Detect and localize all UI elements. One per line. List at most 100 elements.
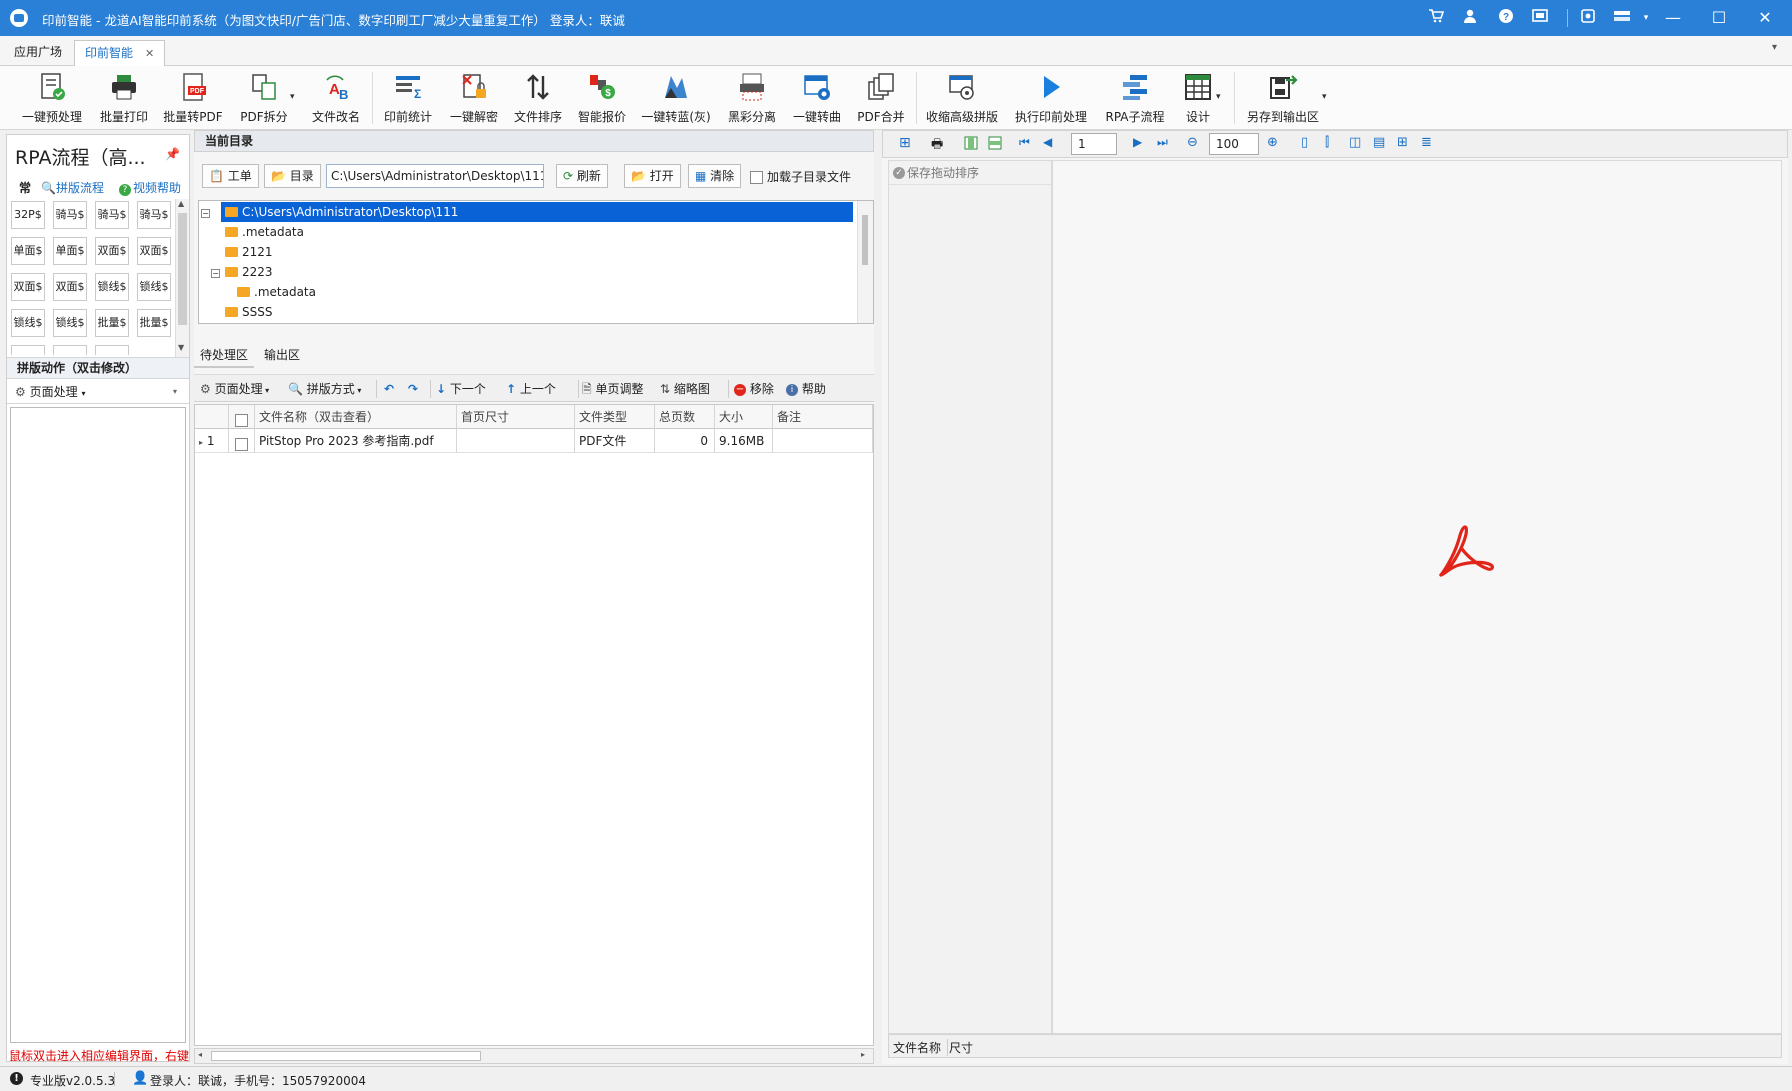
pin-icon[interactable]: 📌 — [165, 147, 180, 161]
flow-tile[interactable]: 双面$ — [95, 237, 129, 265]
flow-tile[interactable]: 骑马$ — [53, 201, 87, 229]
panel-collapse-icon[interactable]: ▾ — [173, 380, 177, 404]
tree-node[interactable]: .metadata — [225, 222, 304, 242]
scroll-thumb[interactable] — [211, 1051, 481, 1061]
page-sort-list[interactable]: ✓ 保存拖动排序 — [888, 160, 1052, 1034]
column-header[interactable]: 总页数 — [655, 405, 715, 429]
column-header[interactable]: 文件类型 — [575, 405, 655, 429]
directory-tree[interactable]: C:\Users\Administrator\Desktop\111 − .me… — [198, 200, 874, 324]
ribbon-sort-button[interactable]: 文件排序 — [508, 68, 568, 128]
flow-tile[interactable]: 骑马$ — [137, 201, 171, 229]
first-page-icon[interactable]: ⏮ — [1019, 135, 1039, 155]
flow-tile[interactable]: 锁线$ — [137, 273, 171, 301]
message-icon[interactable] — [1530, 8, 1550, 28]
common-tab[interactable]: 常 — [19, 179, 31, 196]
flow-tile[interactable]: 32P$ — [11, 201, 45, 229]
collapse-icon[interactable]: − — [201, 206, 214, 220]
prev-page-icon[interactable]: ◀ — [1043, 135, 1063, 155]
tab-close-icon[interactable]: ✕ — [145, 47, 154, 60]
imposition-flow-link[interactable]: 🔍拼版流程 — [41, 179, 104, 196]
ribbon-color-separate-button[interactable]: 黑彩分离 — [718, 68, 786, 128]
single-page-view-icon[interactable] — [963, 135, 983, 155]
ribbon-outline-button[interactable]: 一键转曲 — [788, 68, 846, 128]
column-header[interactable]: 首页尺寸 — [457, 405, 575, 429]
table-row[interactable]: ▸ 1 — [195, 429, 229, 453]
flow-tile[interactable]: 锁线$ — [95, 273, 129, 301]
continuous-view-icon[interactable] — [987, 135, 1007, 155]
zoom-input[interactable]: 100 — [1209, 133, 1259, 155]
redo-button[interactable]: ↷ — [408, 379, 418, 399]
video-help-link[interactable]: ? 视频帮助 — [119, 179, 181, 196]
ribbon-decrypt-button[interactable]: 一键解密 — [442, 68, 506, 128]
tab-app-plaza[interactable]: 应用广场 — [4, 40, 72, 66]
tab-menu-chevron-icon[interactable]: ▾ — [1772, 42, 1777, 53]
page-layout-single-icon[interactable]: ▯ — [1301, 135, 1321, 155]
tree-node[interactable]: .metadata — [237, 282, 316, 302]
checkbox[interactable] — [235, 437, 248, 451]
undo-button[interactable]: ↶ — [384, 379, 394, 399]
page-layout-facing-icon[interactable]: ⫿ — [1325, 135, 1345, 155]
skin-icon[interactable] — [1612, 8, 1632, 28]
refresh-button[interactable]: ⟳ 刷新 — [556, 164, 608, 188]
page-process-button[interactable]: ⚙ 页面处理 ▾ — [200, 379, 269, 399]
ribbon-imposition-button[interactable]: 收缩高级拼版 — [920, 68, 1004, 128]
note-cell[interactable] — [773, 429, 873, 453]
ribbon-batch-print-button[interactable]: 批量打印 — [92, 68, 156, 128]
tree-node[interactable]: 2223 — [225, 262, 273, 282]
pdf-viewer[interactable] — [1052, 160, 1782, 1034]
ribbon-pdf-split-button[interactable]: PDF拆分 — [232, 68, 296, 128]
column-header[interactable]: 备注 — [773, 405, 873, 429]
next-button[interactable]: ↓ 下一个 — [436, 379, 486, 399]
next-page-icon[interactable]: ▶ — [1133, 135, 1153, 155]
last-page-icon[interactable]: ⏭ — [1157, 135, 1177, 155]
clear-button[interactable]: ▦ 清除 — [688, 164, 742, 188]
ribbon-design-button[interactable]: 设计 — [1174, 68, 1222, 128]
page-layout-rows-icon[interactable]: ▤ — [1373, 135, 1393, 155]
prev-button[interactable]: ↑ 上一个 — [506, 379, 556, 399]
work-order-button[interactable]: 📋 工单 — [202, 164, 259, 188]
flow-grid-scrollbar[interactable]: ▲ ▼ — [175, 199, 189, 357]
load-subdir-checkbox[interactable]: 加载子目录文件 — [750, 168, 851, 185]
help-button[interactable]: i 帮助 — [786, 379, 826, 399]
print-icon[interactable]: 🖶 — [931, 135, 951, 155]
page-layout-columns-icon[interactable]: ◫ — [1349, 135, 1369, 155]
ribbon-save-output-button[interactable]: 另存到输出区 — [1240, 68, 1326, 128]
checkbox[interactable] — [235, 413, 248, 427]
column-header[interactable]: 文件名称（双击查看） — [255, 405, 457, 429]
fit-page-icon[interactable]: ⊞ — [899, 135, 919, 155]
checkbox[interactable] — [750, 171, 763, 184]
column-header[interactable]: 大小 — [715, 405, 773, 429]
cart-icon[interactable] — [1426, 8, 1446, 28]
flow-tile[interactable]: 批量$ — [95, 309, 129, 337]
tab-output-area[interactable]: 输出区 — [258, 342, 306, 368]
ribbon-preprocess-button[interactable]: 一键预处理 — [14, 68, 90, 128]
maximize-button[interactable]: ☐ — [1696, 0, 1742, 36]
scroll-thumb[interactable] — [862, 215, 868, 265]
remove-button[interactable]: − 移除 — [734, 379, 774, 399]
flow-tile[interactable]: 双面$ — [137, 237, 171, 265]
flow-tile[interactable]: 双面$ — [53, 273, 87, 301]
scroll-up-icon[interactable]: ▲ — [178, 199, 184, 208]
flow-tile[interactable] — [53, 345, 87, 355]
single-page-adjust-button[interactable]: 🗎 单页调整 — [582, 379, 644, 399]
ribbon-statistics-button[interactable]: Σ 印前统计 — [376, 68, 440, 128]
row-select-cell[interactable] — [229, 429, 255, 453]
scroll-right-icon[interactable]: ▸ — [861, 1050, 865, 1059]
row-expand-icon[interactable]: ▸ — [199, 438, 203, 447]
save-output-dropdown-icon[interactable]: ▾ — [1322, 92, 1327, 102]
flow-tile[interactable]: 批量$ — [137, 309, 171, 337]
scroll-down-icon[interactable]: ▼ — [178, 343, 184, 352]
page-layout-grid-icon[interactable]: ⊞ — [1397, 135, 1417, 155]
open-button[interactable]: 📂 打开 — [624, 164, 681, 188]
flow-tile[interactable] — [95, 345, 129, 355]
page-number-input[interactable]: 1 — [1071, 133, 1117, 155]
flow-tile[interactable]: 单面$ — [53, 237, 87, 265]
zoom-in-icon[interactable]: ⊕ — [1267, 135, 1287, 155]
design-dropdown-icon[interactable]: ▾ — [1216, 92, 1221, 102]
ribbon-pdf-merge-button[interactable]: PDF合并 — [848, 68, 914, 128]
flow-tile[interactable] — [11, 345, 45, 355]
ribbon-convert-blue-button[interactable]: 一键转蓝(灰) — [636, 68, 716, 128]
path-input[interactable]: C:\Users\Administrator\Desktop\111 — [326, 164, 544, 188]
flow-tile[interactable]: 锁线$ — [53, 309, 87, 337]
zoom-out-icon[interactable]: ⊖ — [1187, 135, 1207, 155]
